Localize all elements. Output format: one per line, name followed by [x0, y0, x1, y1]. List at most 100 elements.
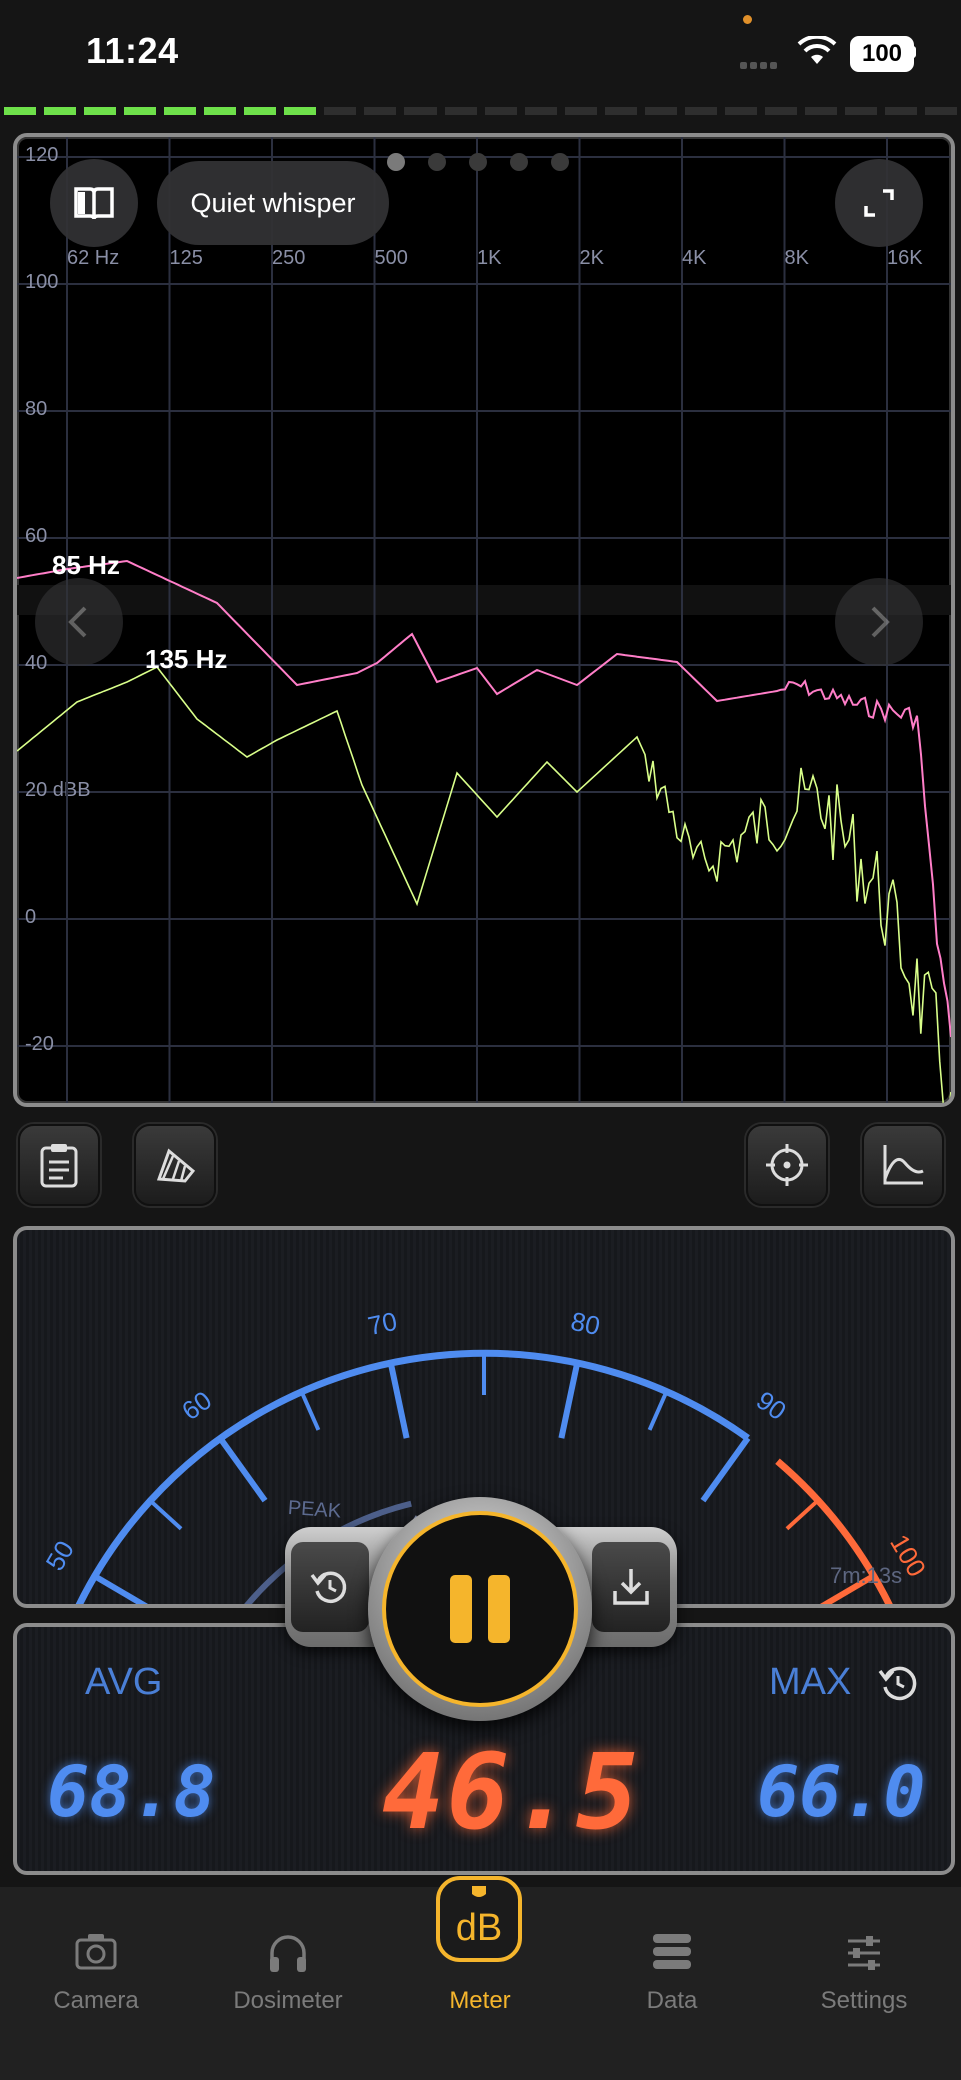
level-segment: [164, 107, 197, 115]
tab-settings-label: Settings: [820, 1987, 908, 2014]
crosshair-button[interactable]: [746, 1124, 828, 1206]
camera-icon: [75, 1934, 117, 1970]
pink-peak-label: 85 Hz: [52, 550, 120, 580]
chevron-left-icon: [68, 606, 87, 638]
x-tick-label: 2K: [580, 247, 605, 269]
curve-icon: [883, 1145, 924, 1185]
level-segment: [204, 107, 237, 115]
scale-tick: [92, 1573, 149, 1604]
level-segment: [284, 107, 317, 115]
battery-tip: [912, 46, 916, 58]
scale-tick: [785, 1498, 820, 1531]
level-segment: [244, 107, 277, 115]
level-segment: [604, 107, 637, 115]
scale-tick: [647, 1390, 669, 1431]
meter-scale-label: 50: [40, 1535, 81, 1575]
meter-scale-label: 60: [176, 1385, 217, 1426]
max-reset-icon: [878, 1666, 917, 1701]
tab-dosimeter[interactable]: Dosimeter: [192, 1887, 384, 2017]
level-segment: [124, 107, 157, 115]
level-segment: [684, 107, 717, 115]
y-tick-label: 0: [25, 906, 36, 928]
reset-button[interactable]: [291, 1542, 369, 1632]
page-indicator[interactable]: [387, 153, 569, 171]
page-dot[interactable]: [510, 153, 528, 171]
x-tick-label: 250: [272, 247, 305, 269]
page-dot[interactable]: [551, 153, 569, 171]
level-segment: [925, 107, 958, 115]
clipboard-button[interactable]: [18, 1124, 100, 1206]
meter-scale-label: 70: [365, 1306, 399, 1341]
page-dot[interactable]: [469, 153, 487, 171]
level-segment: [564, 107, 597, 115]
max-label: MAX: [769, 1661, 852, 1703]
page-dot[interactable]: [387, 153, 405, 171]
book-icon: [74, 187, 114, 220]
clear-button[interactable]: [134, 1124, 216, 1206]
pause-icon: [450, 1575, 510, 1643]
level-segment: [644, 107, 677, 115]
level-segment: [885, 107, 918, 115]
tab-meter-label: Meter: [449, 1987, 511, 2014]
chevron-right-icon: [871, 606, 890, 638]
tab-data[interactable]: Data: [576, 1887, 768, 2017]
y-tick-label: 60: [25, 525, 47, 547]
level-segment: [44, 107, 77, 115]
level-segment: [364, 107, 397, 115]
sliders-icon: [848, 1936, 880, 1970]
tab-camera-label: Camera: [53, 1987, 139, 2014]
guide-button[interactable]: [50, 159, 138, 247]
expand-icon: [864, 189, 894, 217]
level-segment: [324, 107, 357, 115]
level-segment: [804, 107, 837, 115]
y-tick-label: -20: [25, 1033, 54, 1055]
elapsed-time: 7m:13s: [830, 1563, 903, 1588]
download-icon: [613, 1569, 649, 1605]
max-reset-button[interactable]: [873, 1657, 923, 1712]
page-dot[interactable]: [428, 153, 446, 171]
tab-settings[interactable]: Settings: [768, 1887, 960, 2017]
scale-tick: [558, 1362, 581, 1439]
scale-tick: [700, 1436, 751, 1503]
level-segment: [404, 107, 437, 115]
x-tick-label: 16K: [887, 247, 923, 269]
scale-tick: [217, 1436, 268, 1503]
max-value: 66.0: [757, 1751, 926, 1833]
tab-dosimeter-label: Dosimeter: [233, 1987, 343, 2014]
x-tick-label: 125: [170, 247, 203, 269]
avg-label: AVG: [85, 1661, 163, 1703]
level-segment: [524, 107, 557, 115]
db-meter-icon[interactable]: dB: [436, 1876, 522, 1962]
x-tick-label: 500: [375, 247, 408, 269]
status-time: 11:24: [86, 30, 179, 71]
x-tick-label: 8K: [785, 247, 810, 269]
level-segment: [764, 107, 797, 115]
prev-page-button[interactable]: [35, 578, 123, 666]
level-segment: [724, 107, 757, 115]
meter-scale-label: 90: [751, 1385, 792, 1426]
curve-button[interactable]: [862, 1124, 944, 1206]
scale-tick: [387, 1362, 410, 1439]
level-segment: [84, 107, 117, 115]
y-tick-label: 20 dBB: [25, 779, 91, 801]
scale-tick: [148, 1498, 183, 1531]
level-segment: [844, 107, 878, 115]
headphones-icon: [270, 1935, 306, 1972]
y-tick-label: 80: [25, 398, 47, 420]
spectrum-chart: 12010080604020 dBB0-2062 Hz 125 250 500 1K 2K…: [17, 137, 951, 1103]
svg-text:dB: dB: [456, 1907, 502, 1949]
scale-tick: [299, 1390, 321, 1431]
spectrum-panel[interactable]: 120 100 80 60 40 20 dBB 0 -20 62 Hz 125 250 500 1K 2K…: [13, 133, 955, 1107]
cellular-signal-icon: [740, 56, 780, 74]
expand-button[interactable]: [835, 159, 923, 247]
crosshair-icon: [766, 1144, 808, 1186]
scene-label[interactable]: Quiet whisper: [157, 161, 389, 245]
avg-value: 68.8: [47, 1751, 216, 1833]
next-page-button[interactable]: [835, 578, 923, 666]
save-button[interactable]: [592, 1542, 670, 1632]
spectrum-band: [17, 585, 951, 615]
level-segment: [444, 107, 477, 115]
level-segment: [484, 107, 517, 115]
pause-button[interactable]: [382, 1511, 578, 1707]
tab-camera[interactable]: Camera: [0, 1887, 192, 2017]
